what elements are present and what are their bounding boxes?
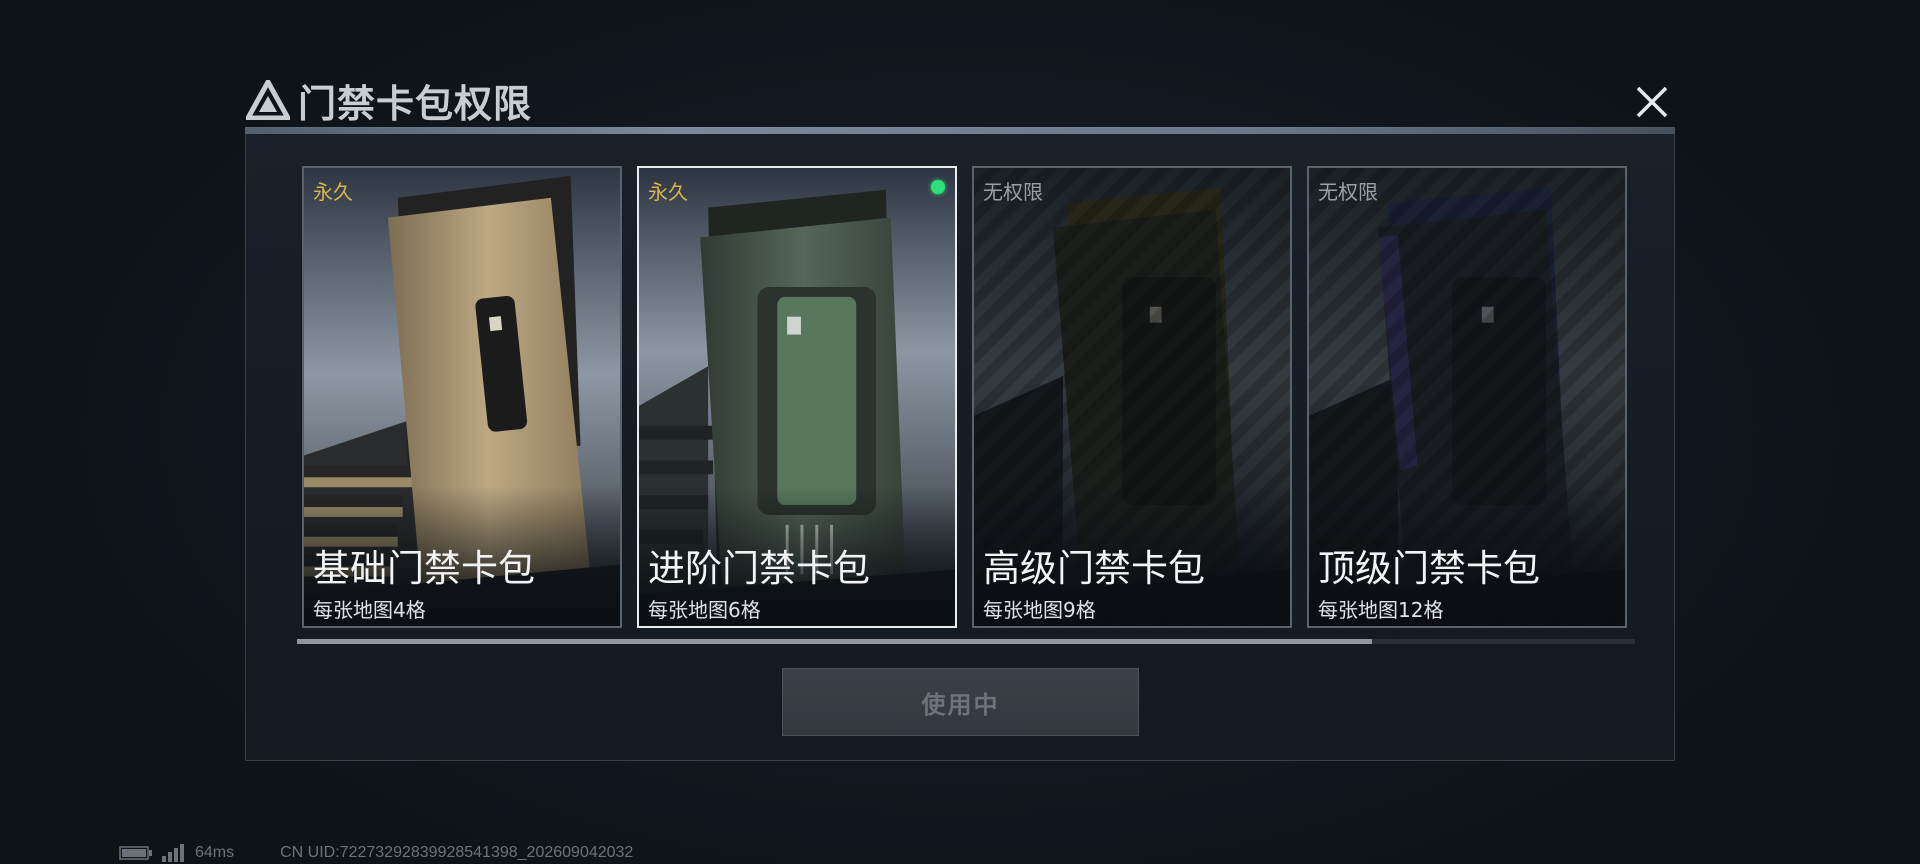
battery-icon [119, 846, 152, 860]
close-icon[interactable] [1630, 80, 1674, 124]
card-status-tag: 无权限 [983, 180, 1043, 204]
panel-header-bar [245, 127, 1675, 134]
signal-strength-icon [162, 844, 184, 862]
card-name: 顶级门禁卡包 [1318, 547, 1540, 590]
card-capacity: 每张地图9格 [983, 598, 1096, 622]
card-name: 进阶门禁卡包 [648, 547, 870, 590]
card-name: 高级门禁卡包 [983, 547, 1205, 590]
card-capacity: 每张地图4格 [313, 598, 426, 622]
card-top-keycard-pack[interactable]: 无权限 顶级门禁卡包 每张地图12格 [1307, 166, 1627, 628]
card-status-tag: 永久 [648, 180, 688, 204]
card-capacity: 每张地图12格 [1318, 598, 1444, 622]
user-uid: CN UID:7227329283992854139­8_20260904203… [280, 844, 634, 861]
card-advanced-keycard-pack[interactable]: 永久 进阶门禁卡包 每张地图6格 [637, 166, 957, 628]
dialog-header: 门禁卡包权限 [246, 76, 532, 126]
in-use-indicator-icon [931, 180, 945, 194]
card-status-tag: 永久 [313, 180, 353, 204]
triangle-logo-icon [246, 80, 290, 120]
card-senior-keycard-pack[interactable]: 无权限 高级门禁卡包 每张地图9格 [972, 166, 1292, 628]
scrollbar-thumb[interactable] [297, 639, 1372, 644]
ping-value: 64ms [195, 844, 235, 861]
card-basic-keycard-pack[interactable]: 永久 基础门禁卡包 每张地图4格 [302, 166, 622, 628]
in-use-button[interactable]: 使用中 [782, 668, 1139, 736]
card-status-tag: 无权限 [1318, 180, 1378, 204]
status-footer: 64ms CN UID:7227329283992854139­8_202609… [119, 842, 633, 864]
horizontal-scrollbar[interactable] [297, 639, 1635, 644]
dialog-title: 门禁卡包权限 [298, 81, 533, 126]
game-background: 门禁卡包权限 永久 基础门禁卡包 每张地图4格 永久 进阶门禁卡包 每张地图6格… [0, 0, 1920, 864]
in-use-button-label: 使用中 [921, 690, 1000, 719]
card-name: 基础门禁卡包 [313, 547, 535, 590]
card-capacity: 每张地图6格 [648, 598, 761, 622]
